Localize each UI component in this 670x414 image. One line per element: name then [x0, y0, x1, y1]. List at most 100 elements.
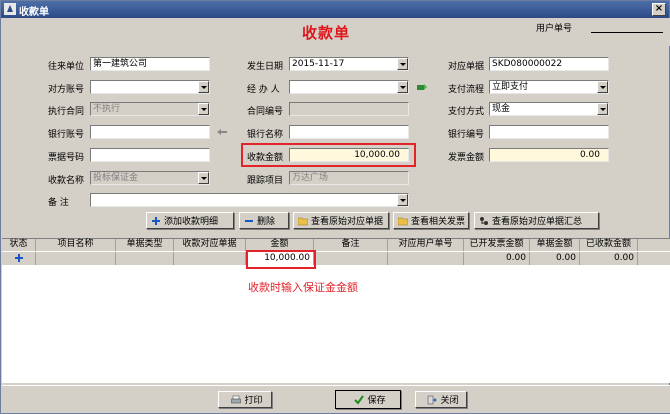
folder-icon — [398, 217, 408, 225]
chevron-down-icon[interactable] — [198, 103, 209, 115]
bank-code-input[interactable] — [489, 125, 609, 139]
amount-label: 收款金额 — [247, 153, 284, 163]
track-project-label: 跟踪项目 — [247, 176, 284, 186]
chevron-down-icon[interactable] — [397, 81, 408, 93]
pay-flow-label: 支付流程 — [448, 85, 485, 95]
form-title: 收款单 — [302, 24, 351, 42]
col-header-invoiced[interactable]: 已开发票金额 — [464, 239, 530, 251]
annotation-text: 收款时输入保证金金额 — [248, 281, 358, 294]
bank-name-label: 银行名称 — [247, 130, 284, 140]
table-row[interactable]: 10,000.00 0.00 0.00 0.00 — [2, 252, 670, 265]
plus-icon[interactable] — [14, 253, 24, 263]
account-label: 对方账号 — [48, 85, 85, 95]
row-user-no-cell[interactable] — [388, 252, 464, 265]
amount-input[interactable]: 10,000.00 — [289, 148, 409, 162]
remark-label: 备 注 — [48, 198, 69, 208]
row-project-cell[interactable] — [36, 252, 116, 265]
bank-name-input[interactable] — [289, 125, 409, 139]
app-icon — [4, 3, 16, 15]
ticket-no-label: 票据号码 — [48, 153, 85, 163]
invoice-amount-input[interactable]: 0.00 — [489, 148, 609, 162]
pay-method-value: 现金 — [492, 104, 511, 114]
detail-grid: 状态 项目名称 单据类型 收款对应单据 金额 备注 对应用户单号 已开发票金额 … — [2, 238, 670, 383]
contract-value: 不执行 — [93, 104, 121, 114]
col-header-status[interactable]: 状态 — [2, 239, 36, 251]
remark-select[interactable] — [90, 193, 409, 207]
pay-method-label: 支付方式 — [448, 107, 485, 117]
row-remark-cell[interactable] — [314, 252, 388, 265]
bank-lookup-icon[interactable] — [216, 127, 228, 137]
col-header-doc-ref[interactable]: 收款对应单据 — [174, 239, 246, 251]
view-summary-label: 查看原始对应单据汇总 — [492, 217, 583, 227]
close-button[interactable]: 关闭 — [415, 391, 467, 408]
counterparty-input[interactable]: 第一建筑公司 — [90, 57, 210, 71]
row-status-cell[interactable] — [2, 252, 36, 265]
pay-method-select[interactable]: 现金 — [489, 102, 609, 116]
receipt-name-value: 投标保证金 — [93, 173, 139, 183]
contract-no-input[interactable] — [289, 102, 409, 116]
save-button[interactable]: 保存 — [335, 390, 401, 409]
pay-flow-select[interactable]: 立即支付 — [489, 80, 609, 94]
folder-icon — [298, 217, 308, 225]
row-received-cell[interactable]: 0.00 — [580, 252, 638, 265]
occur-date-label: 发生日期 — [247, 62, 284, 72]
close-label: 关闭 — [440, 396, 459, 406]
view-original-label: 查看原始对应单据 — [311, 217, 384, 227]
col-header-doc-type[interactable]: 单据类型 — [116, 239, 174, 251]
exit-door-icon — [428, 395, 438, 404]
row-doc-amount-cell[interactable]: 0.00 — [530, 252, 580, 265]
col-header-doc-amount[interactable]: 单据金额 — [530, 239, 580, 251]
handler-select[interactable] — [289, 80, 409, 94]
contract-no-label: 合同编号 — [247, 107, 284, 117]
row-doc-type-cell[interactable] — [116, 252, 174, 265]
bank-code-label: 银行编号 — [448, 130, 485, 140]
window-title: 收款单 — [19, 7, 49, 18]
title-bar: 收款单 × — [1, 1, 669, 18]
close-window-button[interactable]: × — [652, 3, 666, 16]
receipt-name-label: 收款名称 — [48, 176, 85, 186]
plus-icon — [152, 216, 160, 225]
related-doc-label: 对应单据 — [448, 62, 485, 72]
printer-icon — [231, 395, 242, 403]
row-doc-ref-cell[interactable] — [174, 252, 246, 265]
user-no-label: 用户单号 — [536, 24, 573, 34]
col-header-user-no[interactable]: 对应用户单号 — [388, 239, 464, 251]
contract-select[interactable]: 不执行 — [90, 102, 210, 116]
print-button[interactable]: 打印 — [218, 391, 272, 408]
row-invoiced-cell[interactable]: 0.00 — [464, 252, 530, 265]
bank-account-label: 银行账号 — [48, 130, 85, 140]
grid-header: 状态 项目名称 单据类型 收款对应单据 金额 备注 对应用户单号 已开发票金额 … — [2, 239, 670, 251]
view-invoice-button[interactable]: 查看相关发票 — [393, 212, 469, 229]
occur-date-select[interactable]: 2015-11-17 — [289, 57, 409, 71]
handler-label: 经 办 人 — [247, 85, 280, 95]
ticket-no-input[interactable] — [90, 148, 210, 162]
user-no-field[interactable] — [591, 32, 663, 33]
checkmark-icon — [354, 394, 365, 405]
chevron-down-icon[interactable] — [198, 172, 209, 184]
delete-detail-button[interactable]: 删除 — [239, 212, 289, 229]
receipt-name-select[interactable]: 投标保证金 — [90, 171, 210, 185]
tree-icon — [480, 216, 488, 225]
bank-account-input[interactable] — [90, 125, 210, 139]
delete-detail-label: 删除 — [257, 217, 276, 227]
form-header: 收款单 用户单号 — [2, 18, 670, 46]
view-summary-button[interactable]: 查看原始对应单据汇总 — [474, 212, 599, 229]
chevron-down-icon[interactable] — [597, 103, 608, 115]
handler-lookup-icon[interactable] — [416, 82, 428, 92]
chevron-down-icon[interactable] — [198, 81, 209, 93]
view-original-button[interactable]: 查看原始对应单据 — [293, 212, 389, 229]
pay-flow-value: 立即支付 — [492, 82, 529, 92]
account-select[interactable] — [90, 80, 210, 94]
row-amount-highlight-box — [246, 250, 316, 269]
col-header-remark[interactable]: 备注 — [314, 239, 388, 251]
counterparty-label: 往来单位 — [48, 62, 85, 72]
add-detail-button[interactable]: 添加收款明细 — [146, 212, 234, 229]
chevron-down-icon[interactable] — [597, 81, 608, 93]
col-header-project[interactable]: 项目名称 — [36, 239, 116, 251]
col-header-received[interactable]: 已收款金额 — [580, 239, 638, 251]
track-project-input[interactable]: 万达广场 — [289, 171, 409, 185]
chevron-down-icon[interactable] — [397, 194, 408, 206]
print-label: 打印 — [244, 396, 263, 406]
related-doc-input[interactable]: SKD080000022 — [489, 57, 609, 71]
chevron-down-icon[interactable] — [397, 58, 408, 70]
